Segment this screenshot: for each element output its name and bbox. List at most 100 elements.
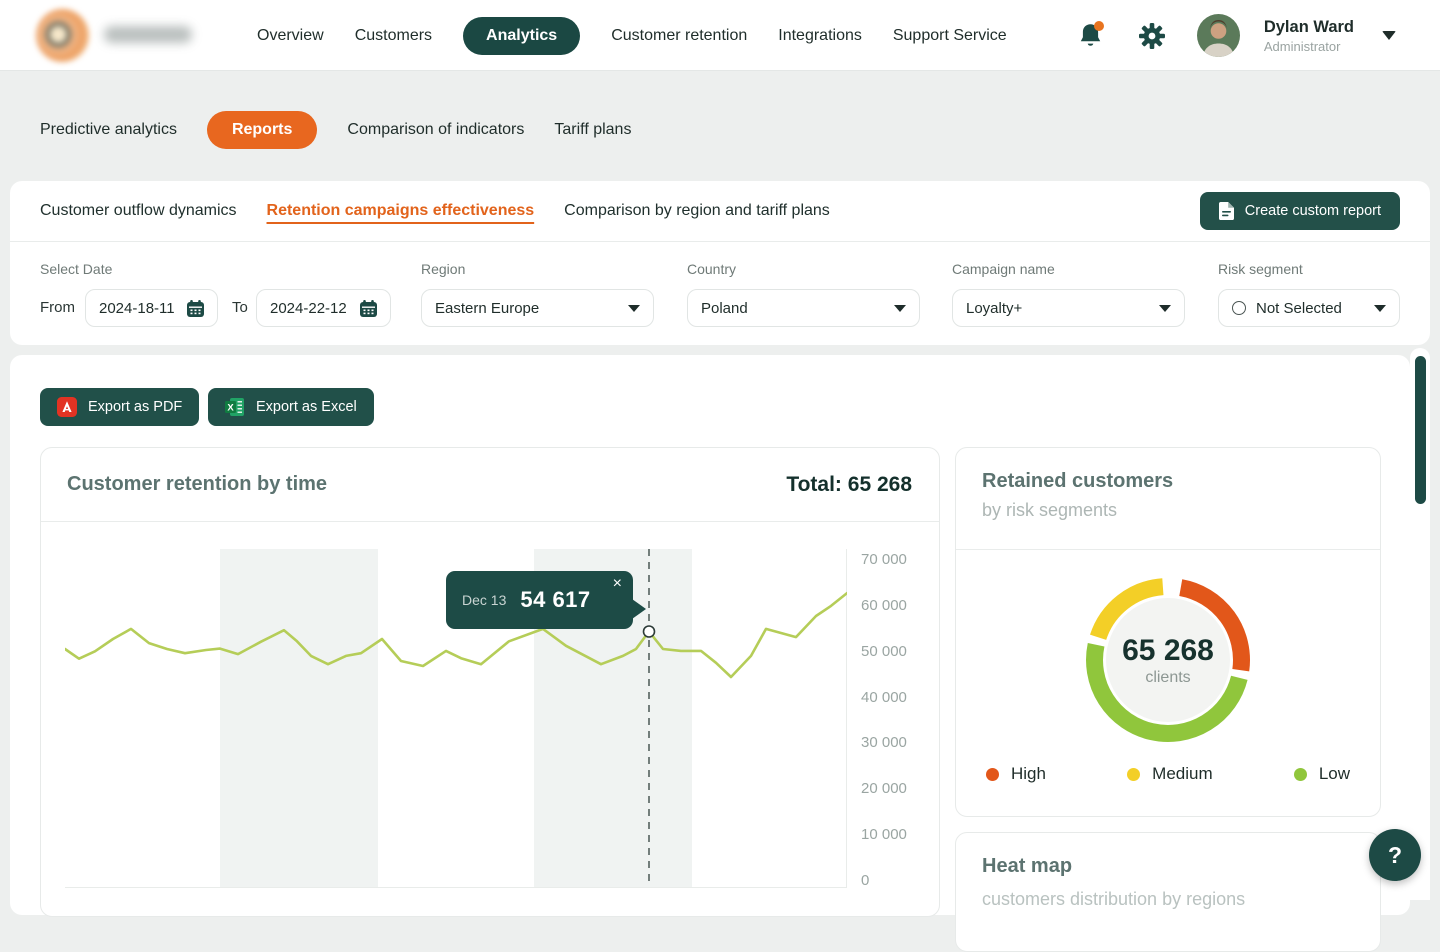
header-actions: Dylan Ward Administrator bbox=[1078, 0, 1396, 71]
y-axis-tick: 10 000 bbox=[861, 826, 907, 843]
risk-segment-value: Not Selected bbox=[1256, 300, 1364, 317]
export-pdf-label: Export as PDF bbox=[88, 399, 182, 415]
region-value: Eastern Europe bbox=[435, 300, 618, 317]
donut-card-subtitle: by risk segments bbox=[982, 500, 1380, 521]
chevron-down-icon bbox=[628, 305, 640, 312]
country-select[interactable]: Poland bbox=[687, 289, 920, 327]
nav-item-support-service[interactable]: Support Service bbox=[893, 27, 1007, 45]
radio-unselected-icon bbox=[1232, 301, 1246, 315]
notifications-bell-icon[interactable] bbox=[1078, 22, 1103, 49]
subtab-customer-outflow-dynamics[interactable]: Customer outflow dynamics bbox=[40, 202, 237, 220]
customer-retention-chart-card: Customer retention by time Total: 65 268… bbox=[40, 447, 940, 917]
excel-icon: X bbox=[225, 397, 245, 417]
chart-tooltip: Dec 13 54 617 × bbox=[446, 571, 633, 629]
heat-map-title: Heat map bbox=[982, 855, 1072, 878]
settings-gear-icon[interactable] bbox=[1139, 23, 1165, 49]
tab-comparison-of-indicators[interactable]: Comparison of indicators bbox=[347, 121, 524, 139]
risk-legend: High Medium Low bbox=[956, 764, 1380, 784]
campaign-name-value: Loyalty+ bbox=[966, 300, 1149, 317]
legend-dot-medium bbox=[1127, 768, 1140, 781]
document-icon bbox=[1219, 202, 1234, 220]
nav-item-customers[interactable]: Customers bbox=[355, 27, 432, 45]
subtab-retention-campaigns-effectiveness[interactable]: Retention campaigns effectiveness bbox=[267, 202, 535, 220]
chevron-down-icon bbox=[1374, 305, 1386, 312]
report-content-card: Export as PDF X Export as Excel Customer… bbox=[10, 355, 1410, 915]
svg-text:X: X bbox=[227, 403, 234, 414]
campaign-name-label: Campaign name bbox=[952, 261, 1055, 277]
pdf-icon bbox=[57, 397, 77, 417]
region-label: Region bbox=[421, 261, 465, 277]
export-excel-label: Export as Excel bbox=[256, 399, 357, 415]
country-label: Country bbox=[687, 261, 736, 277]
region-select[interactable]: Eastern Europe bbox=[421, 289, 654, 327]
chevron-down-icon bbox=[1159, 305, 1171, 312]
page-scrollbar-thumb[interactable] bbox=[1415, 356, 1426, 504]
date-from-input[interactable]: 2024-18-11 bbox=[85, 289, 218, 327]
analytics-page-tabs: Predictive analytics Reports Comparison … bbox=[40, 111, 631, 149]
export-excel-button[interactable]: X Export as Excel bbox=[208, 388, 374, 426]
total-value: 65 268 bbox=[848, 473, 912, 496]
date-to-value: 2024-22-12 bbox=[270, 300, 360, 317]
risk-segment-label: Risk segment bbox=[1218, 261, 1303, 277]
tab-reports[interactable]: Reports bbox=[207, 111, 317, 149]
line-chart-total: Total: 65 268 bbox=[786, 473, 912, 497]
from-label: From bbox=[40, 299, 75, 316]
legend-dot-high bbox=[986, 768, 999, 781]
nav-item-overview[interactable]: Overview bbox=[257, 27, 324, 45]
legend-dot-low bbox=[1294, 768, 1307, 781]
user-avatar[interactable] bbox=[1197, 14, 1240, 57]
date-from-value: 2024-18-11 bbox=[99, 300, 187, 317]
legend-item-medium: Medium bbox=[1127, 764, 1212, 784]
help-button[interactable]: ? bbox=[1369, 829, 1421, 881]
user-menu-chevron-down-icon[interactable] bbox=[1382, 31, 1396, 40]
create-custom-report-label: Create custom report bbox=[1245, 203, 1381, 219]
tooltip-value: 54 617 bbox=[520, 587, 590, 613]
risk-segments-donut-chart: 65 268 clients bbox=[1048, 540, 1288, 780]
page-scrollbar-track bbox=[1410, 348, 1430, 900]
y-axis-labels: 70 00060 00050 00040 00030 00020 00010 0… bbox=[861, 549, 931, 893]
main-nav: Overview Customers Analytics Customer re… bbox=[257, 0, 1007, 71]
notification-dot bbox=[1094, 21, 1104, 31]
risk-segment-select[interactable]: Not Selected bbox=[1218, 289, 1400, 327]
line-chart-header: Customer retention by time Total: 65 268 bbox=[41, 448, 939, 522]
user-info[interactable]: Dylan Ward Administrator bbox=[1264, 18, 1354, 54]
calendar-icon[interactable] bbox=[360, 300, 377, 317]
company-logo-text-blurred bbox=[104, 26, 192, 43]
export-pdf-button[interactable]: Export as PDF bbox=[40, 388, 199, 426]
y-axis-tick: 0 bbox=[861, 872, 869, 889]
tooltip-close-icon[interactable]: × bbox=[613, 574, 622, 594]
campaign-name-select[interactable]: Loyalty+ bbox=[952, 289, 1185, 327]
create-custom-report-button[interactable]: Create custom report bbox=[1200, 192, 1400, 230]
y-axis-tick: 60 000 bbox=[861, 597, 907, 614]
legend-item-low: Low bbox=[1294, 764, 1350, 784]
date-to-input[interactable]: 2024-22-12 bbox=[256, 289, 391, 327]
donut-card-header: Retained customers by risk segments bbox=[956, 448, 1380, 550]
subtab-comparison-by-region[interactable]: Comparison by region and tariff plans bbox=[564, 202, 830, 220]
calendar-icon[interactable] bbox=[187, 300, 204, 317]
retained-customers-card: Retained customers by risk segments 65 2… bbox=[955, 447, 1381, 817]
tab-tariff-plans[interactable]: Tariff plans bbox=[554, 121, 631, 139]
nav-item-customer-retention[interactable]: Customer retention bbox=[611, 27, 747, 45]
heat-map-card: Heat map customers distribution by regio… bbox=[955, 832, 1381, 952]
chevron-down-icon bbox=[894, 305, 906, 312]
legend-item-high: High bbox=[986, 764, 1046, 784]
tooltip-date: Dec 13 bbox=[462, 592, 506, 608]
report-controls-card: Customer outflow dynamics Retention camp… bbox=[10, 181, 1430, 345]
select-date-label: Select Date bbox=[40, 261, 112, 277]
y-axis-tick: 40 000 bbox=[861, 689, 907, 706]
donut-card-title: Retained customers bbox=[982, 470, 1380, 493]
total-label: Total: bbox=[786, 473, 842, 496]
nav-item-analytics[interactable]: Analytics bbox=[463, 17, 580, 55]
nav-item-integrations[interactable]: Integrations bbox=[778, 27, 862, 45]
legend-label-low: Low bbox=[1319, 764, 1350, 784]
top-navigation-bar: Overview Customers Analytics Customer re… bbox=[0, 0, 1440, 71]
y-axis-tick: 70 000 bbox=[861, 551, 907, 568]
tab-predictive-analytics[interactable]: Predictive analytics bbox=[40, 121, 177, 139]
user-name: Dylan Ward bbox=[1264, 18, 1354, 37]
country-value: Poland bbox=[701, 300, 884, 317]
legend-label-high: High bbox=[1011, 764, 1046, 784]
line-chart-title: Customer retention by time bbox=[67, 473, 327, 496]
company-logo-blurred bbox=[36, 9, 89, 62]
y-axis-tick: 20 000 bbox=[861, 780, 907, 797]
user-role: Administrator bbox=[1264, 39, 1354, 54]
